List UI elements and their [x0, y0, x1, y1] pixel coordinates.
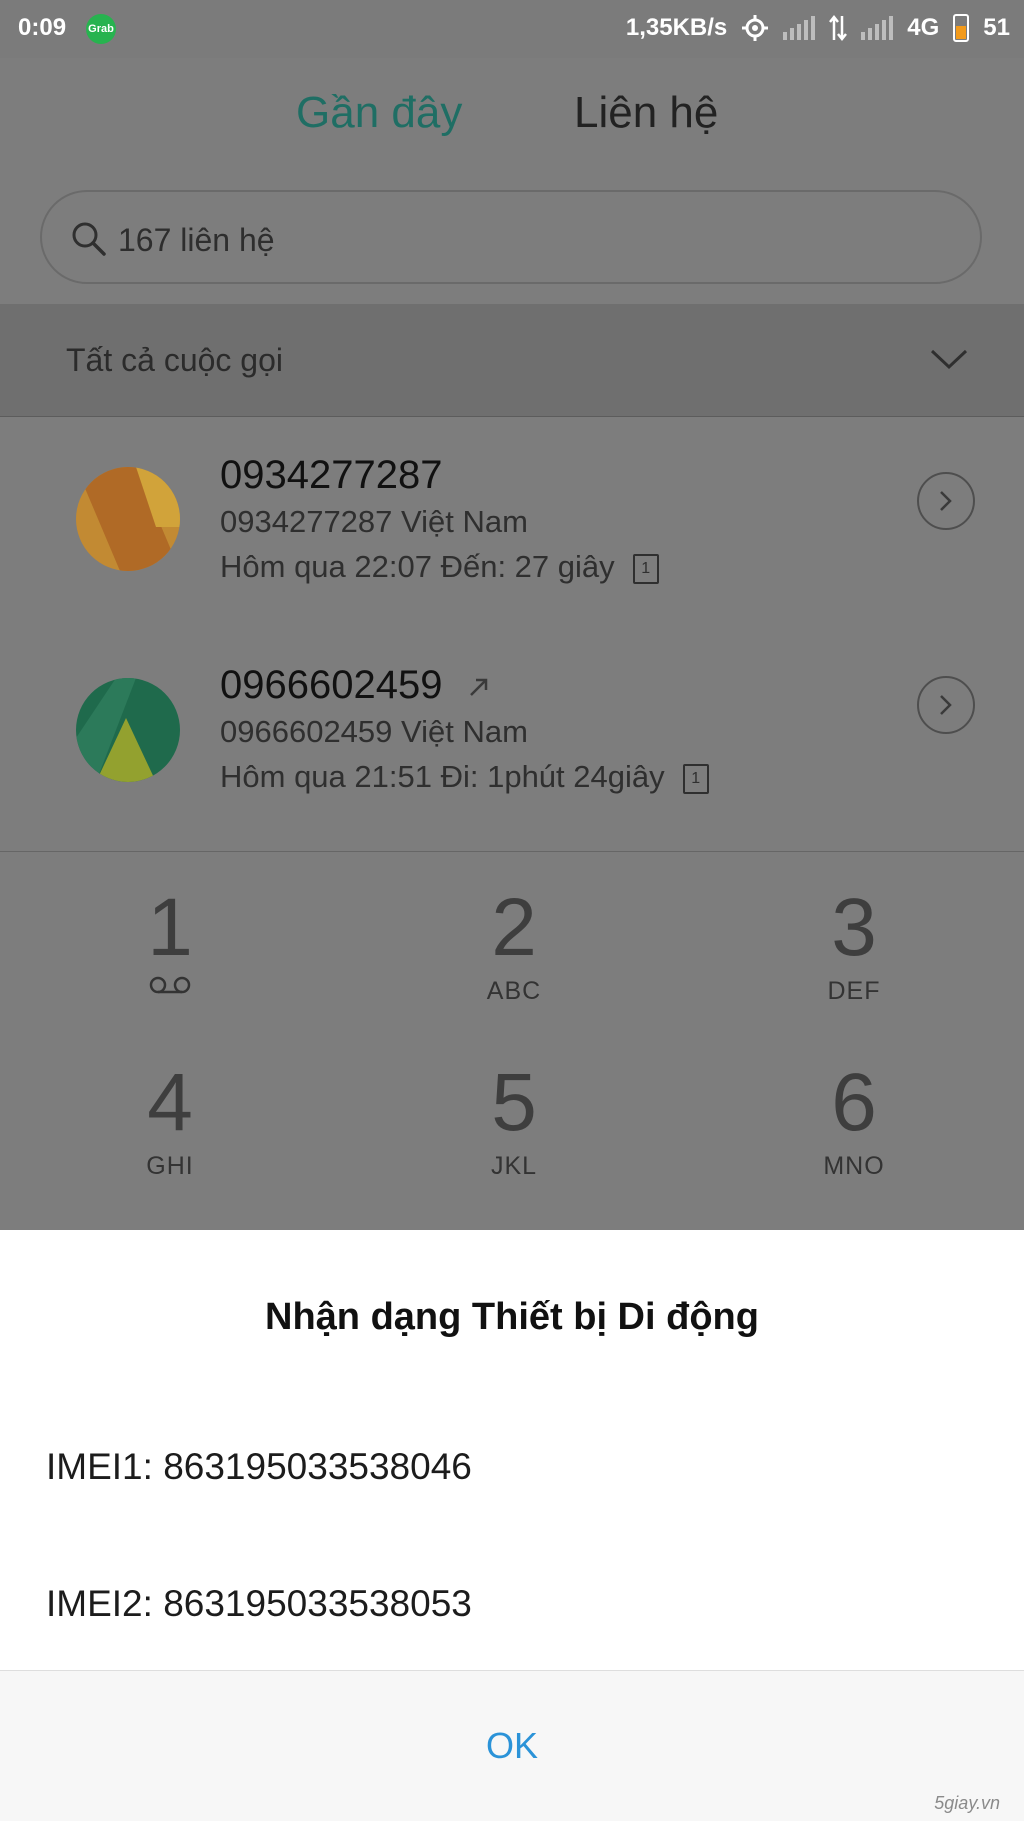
key-letters: MNO — [823, 1152, 885, 1180]
ok-button[interactable]: OK — [0, 1671, 1024, 1821]
watermark: 5giay.vn — [934, 1793, 1000, 1813]
call-log-list: 0934277287 0934277287 Việt Nam Hôm qua 2… — [0, 417, 1024, 852]
status-bar: 0:09 Grab 1,35KB/s 4G 51 — [0, 0, 1024, 58]
dialog-title: Nhận dạng Thiết bị Di động — [265, 1296, 759, 1338]
caller-number-line: 0966602459 Việt Nam — [220, 714, 528, 749]
sim-icon: 1 — [682, 763, 709, 794]
call-detail-line: Hôm qua 21:51 Đi: 1phút 24giây 1 — [220, 759, 709, 795]
call-log-item[interactable]: 0934277287 0934277287 Việt Nam Hôm qua 2… — [0, 417, 1024, 627]
key-digit: 5 — [491, 1057, 537, 1148]
network-type: 4G — [907, 14, 940, 41]
sim-icon: 1 — [632, 553, 659, 584]
call-log-item[interactable]: 0966602459 0966602459 Việt Nam Hôm qua 2… — [0, 627, 1024, 837]
contact-avatar — [76, 467, 180, 571]
dialog-footer: OK — [0, 1670, 1024, 1821]
key-5[interactable]: 5 JKL — [414, 1062, 614, 1222]
call-detail-button[interactable] — [917, 472, 975, 530]
key-letters: JKL — [490, 1152, 538, 1180]
contact-avatar — [76, 678, 180, 782]
key-digit: 6 — [831, 1057, 877, 1148]
call-detail-button[interactable] — [917, 676, 975, 734]
key-1[interactable]: 1 — [70, 887, 270, 1047]
signal-icon-sim2 — [861, 16, 894, 40]
call-filter[interactable]: Tất cả cuộc gọi — [0, 304, 1024, 417]
imei2-text: IMEI2: 863195033538053 — [46, 1583, 472, 1624]
caller-name: 0934277287 — [220, 453, 443, 497]
caller-name-row: 0966602459 — [220, 663, 490, 708]
key-digit: 4 — [147, 1057, 193, 1148]
key-6[interactable]: 6 MNO — [754, 1062, 954, 1222]
outgoing-call-icon — [469, 679, 487, 697]
grab-icon: Grab — [86, 14, 116, 44]
chevron-right-icon — [940, 491, 952, 511]
tab-bar: Gần đây Liên hệ — [0, 88, 1024, 148]
data-transfer-icon — [829, 14, 848, 42]
signal-icon-sim1 — [783, 16, 816, 40]
call-detail-line: Hôm qua 22:07 Đến: 27 giây 1 — [220, 549, 659, 585]
key-3[interactable]: 3 DEF — [754, 887, 954, 1047]
key-letters: ABC — [486, 977, 542, 1005]
call-time-duration: Hôm qua 21:51 Đi: 1phút 24giây — [220, 759, 665, 794]
dial-keypad: 1 2 ABC 3 DEF 4 GHI 5 JKL 6 MNO — [0, 852, 1024, 1230]
network-speed: 1,35KB/s — [625, 14, 728, 41]
key-letters: GHI — [146, 1152, 194, 1180]
key-digit: 2 — [491, 882, 537, 973]
tab-contacts[interactable]: Liên hệ — [574, 88, 718, 138]
battery-icon — [953, 14, 970, 42]
location-icon — [742, 15, 769, 41]
search-bar[interactable] — [40, 190, 982, 284]
key-letters: DEF — [827, 977, 881, 1005]
battery-level: 51 — [983, 14, 1010, 41]
call-filter-label: Tất cả cuộc gọi — [66, 342, 283, 378]
search-input[interactable] — [116, 212, 940, 268]
search-icon — [72, 222, 106, 256]
key-2[interactable]: 2 ABC — [414, 887, 614, 1047]
status-time: 0:09 — [18, 14, 67, 41]
imei1-text: IMEI1: 863195033538046 — [46, 1446, 472, 1487]
chevron-right-icon — [940, 695, 952, 715]
tab-recent[interactable]: Gần đây — [296, 88, 462, 138]
caller-name: 0966602459 — [220, 663, 443, 707]
voicemail-icon — [149, 976, 191, 994]
chevron-down-icon — [930, 349, 968, 370]
caller-number-line: 0934277287 Việt Nam — [220, 504, 528, 539]
call-time-duration: Hôm qua 22:07 Đến: 27 giây — [220, 549, 615, 584]
key-digit: 1 — [147, 882, 193, 973]
key-4[interactable]: 4 GHI — [70, 1062, 270, 1222]
key-digit: 3 — [831, 882, 877, 973]
device-id-dialog: Nhận dạng Thiết bị Di động IMEI1: 863195… — [0, 1230, 1024, 1821]
